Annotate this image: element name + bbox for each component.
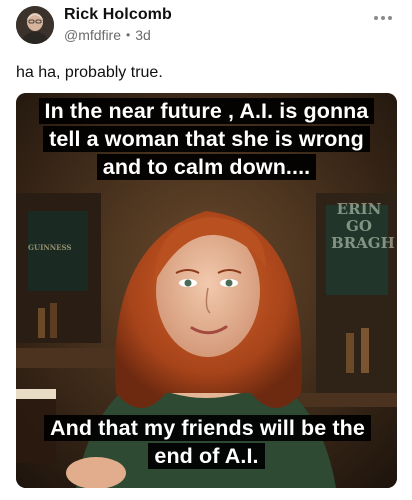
author-name[interactable]: Rick Holcomb — [64, 6, 172, 24]
post-timestamp[interactable]: 3d — [135, 27, 151, 43]
author-handle[interactable]: @mfdfire — [64, 27, 121, 43]
more-options-button[interactable] — [372, 10, 394, 26]
meme-bottom-caption: And that my friends will be the end of A… — [16, 414, 397, 470]
post-card: Rick Holcomb @mfdfire • 3d ha ha, probab… — [0, 0, 412, 500]
meme-top-caption-text: In the near future , A.I. is gonna tell … — [38, 98, 375, 180]
meta-separator: • — [126, 28, 131, 42]
post-text: ha ha, probably true. — [16, 64, 163, 81]
erin-go-bragh-sign: ERIN GO BRAGH — [331, 200, 395, 252]
more-horizontal-icon — [374, 16, 378, 20]
meme-top-caption: In the near future , A.I. is gonna tell … — [16, 97, 397, 181]
post-meta: @mfdfire • 3d — [64, 27, 151, 43]
avatar[interactable] — [16, 6, 54, 44]
meme-image[interactable]: GUINNESS ERIN GO BRAGH In the near futur… — [16, 93, 397, 488]
guinness-sign: GUINNESS — [28, 243, 72, 252]
meme-bottom-caption-text: And that my friends will be the end of A… — [44, 415, 371, 469]
